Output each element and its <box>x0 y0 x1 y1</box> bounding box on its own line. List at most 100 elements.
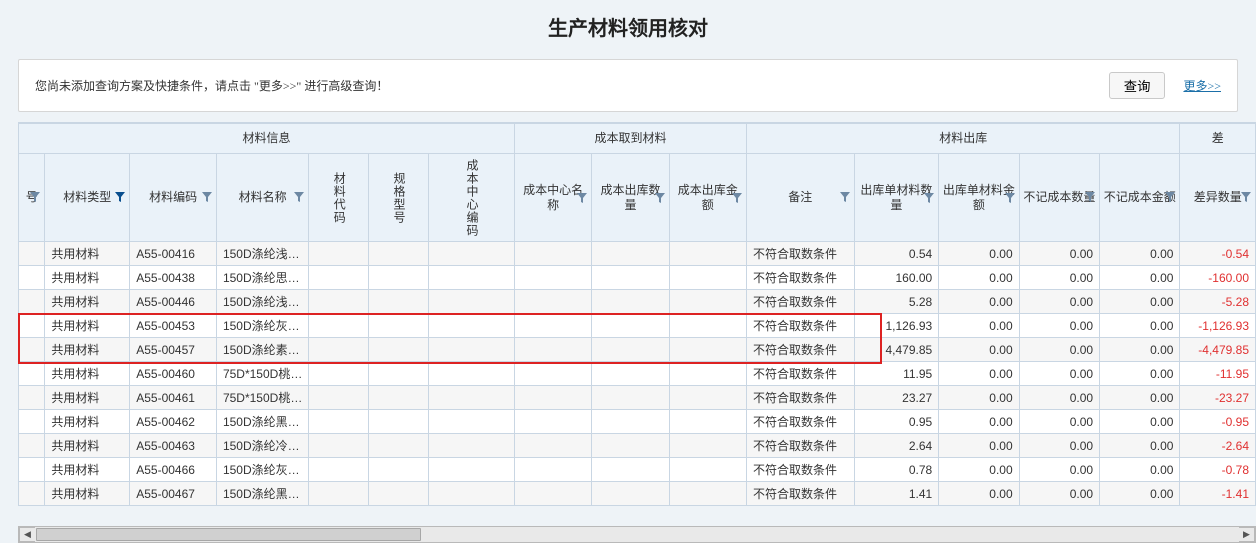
table-cell: 150D涤纶黑… <box>216 482 308 506</box>
table-cell <box>369 410 429 434</box>
table-cell: 150D涤纶思… <box>216 266 308 290</box>
funnel-icon[interactable] <box>1241 192 1251 202</box>
col-cost-out-amt[interactable]: 成本出库金额 <box>669 154 746 242</box>
table-cell: 23.27 <box>854 386 939 410</box>
table-cell: A55-00446 <box>130 290 217 314</box>
funnel-icon[interactable] <box>294 192 304 202</box>
col-remark[interactable]: 备注 <box>746 154 854 242</box>
table-row[interactable]: 共用材料A55-00457150D涤纶素…不符合取数条件4,479.850.00… <box>19 338 1256 362</box>
table-cell <box>669 314 746 338</box>
scrollbar-track[interactable] <box>36 527 1238 542</box>
table-cell: 共用材料 <box>45 410 130 434</box>
table-cell: 不符合取数条件 <box>746 290 854 314</box>
table-row[interactable]: 共用材料A55-00463150D涤纶冷…不符合取数条件2.640.000.00… <box>19 434 1256 458</box>
table-scroll-area[interactable]: 材料信息 成本取到材料 材料出库 差 号 材料类型 材料编码 材料名称 材料代码… <box>18 122 1256 526</box>
col-out-bill-amt[interactable]: 出库单材料金额 <box>939 154 1019 242</box>
table-cell <box>669 338 746 362</box>
scroll-right-arrow-icon[interactable]: ▶ <box>1239 527 1255 542</box>
table-cell <box>428 386 514 410</box>
table-cell <box>309 482 369 506</box>
funnel-icon[interactable] <box>840 192 850 202</box>
table-cell <box>428 266 514 290</box>
col-mat-type[interactable]: 材料类型 <box>45 154 130 242</box>
group-header-material-info: 材料信息 <box>19 124 515 154</box>
col-cost-center-name[interactable]: 成本中心名称 <box>514 154 591 242</box>
table-cell <box>592 266 669 290</box>
table-cell <box>309 410 369 434</box>
table-cell: A55-00460 <box>130 362 217 386</box>
table-cell: -160.00 <box>1180 266 1256 290</box>
table-cell <box>592 386 669 410</box>
horizontal-scrollbar[interactable]: ◀ ▶ <box>18 526 1256 543</box>
funnel-icon[interactable] <box>115 192 125 202</box>
table-cell: 0.00 <box>939 338 1019 362</box>
col-cost-center-code[interactable]: 成本中心编码 <box>428 154 514 242</box>
table-row[interactable]: 共用材料A55-0046075D*150D桃…不符合取数条件11.950.000… <box>19 362 1256 386</box>
table-cell <box>428 434 514 458</box>
col-cost-out-qty[interactable]: 成本出库数量 <box>592 154 669 242</box>
table-cell <box>669 362 746 386</box>
col-out-bill-qty[interactable]: 出库单材料数量 <box>854 154 939 242</box>
scrollbar-thumb[interactable] <box>36 528 421 541</box>
table-cell: 0.95 <box>854 410 939 434</box>
table-cell <box>592 314 669 338</box>
scroll-left-arrow-icon[interactable]: ◀ <box>19 527 35 542</box>
table-row[interactable]: 共用材料A55-00438150D涤纶思…不符合取数条件160.000.000.… <box>19 266 1256 290</box>
col-mat-subcode[interactable]: 材料代码 <box>309 154 369 242</box>
funnel-icon[interactable] <box>1165 192 1175 202</box>
table-cell: A55-00463 <box>130 434 217 458</box>
table-cell <box>428 338 514 362</box>
table-row[interactable]: 共用材料A55-00416150D涤纶浅…不符合取数条件0.540.000.00… <box>19 242 1256 266</box>
query-button[interactable]: 查询 <box>1109 72 1166 99</box>
table-cell <box>592 410 669 434</box>
funnel-icon[interactable] <box>732 193 742 203</box>
table-row[interactable]: 共用材料A55-00466150D涤纶灰…不符合取数条件0.780.000.00… <box>19 458 1256 482</box>
table-cell <box>369 458 429 482</box>
table-cell: 0.00 <box>939 386 1019 410</box>
col-nocost-qty[interactable]: 不记成本数量 <box>1019 154 1099 242</box>
table-row[interactable]: 共用材料A55-00467150D涤纶黑…不符合取数条件1.410.000.00… <box>19 482 1256 506</box>
table-cell: 0.00 <box>1019 338 1099 362</box>
table-cell <box>514 410 591 434</box>
table-cell: 共用材料 <box>45 338 130 362</box>
col-seq[interactable]: 号 <box>19 154 45 242</box>
table-row[interactable]: 共用材料A55-0046175D*150D桃…不符合取数条件23.270.000… <box>19 386 1256 410</box>
table-cell: 150D涤纶黑… <box>216 410 308 434</box>
more-link[interactable]: 更多>> <box>1183 77 1221 94</box>
table-row[interactable]: 共用材料A55-00453150D涤纶灰…不符合取数条件1,126.930.00… <box>19 314 1256 338</box>
table-row[interactable]: 共用材料A55-00446150D涤纶浅…不符合取数条件5.280.000.00… <box>19 290 1256 314</box>
table-cell: 0.00 <box>1019 410 1099 434</box>
funnel-icon[interactable] <box>924 193 934 203</box>
table-cell: 0.00 <box>1019 482 1099 506</box>
table-cell <box>309 458 369 482</box>
col-diff-qty[interactable]: 差异数量 <box>1180 154 1256 242</box>
table-cell: 不符合取数条件 <box>746 410 854 434</box>
table-cell <box>309 338 369 362</box>
table-cell: 共用材料 <box>45 362 130 386</box>
funnel-icon[interactable] <box>30 192 40 202</box>
table-cell <box>428 290 514 314</box>
col-mat-code[interactable]: 材料编码 <box>130 154 217 242</box>
table-cell: 150D涤纶浅… <box>216 242 308 266</box>
table-cell: 150D涤纶冷… <box>216 434 308 458</box>
funnel-icon[interactable] <box>202 192 212 202</box>
table-cell <box>309 266 369 290</box>
col-nocost-amt[interactable]: 不记成本金额 <box>1100 154 1180 242</box>
funnel-icon[interactable] <box>577 193 587 203</box>
table-cell <box>669 482 746 506</box>
funnel-icon[interactable] <box>655 193 665 203</box>
col-mat-name[interactable]: 材料名称 <box>216 154 308 242</box>
col-spec[interactable]: 规格型号 <box>369 154 429 242</box>
funnel-icon[interactable] <box>1085 192 1095 202</box>
table-cell <box>369 338 429 362</box>
table-cell <box>592 290 669 314</box>
table-cell <box>592 242 669 266</box>
table-cell: 0.00 <box>1100 362 1180 386</box>
table-row[interactable]: 共用材料A55-00462150D涤纶黑…不符合取数条件0.950.000.00… <box>19 410 1256 434</box>
table-cell: 150D涤纶素… <box>216 338 308 362</box>
table-cell: -5.28 <box>1180 290 1256 314</box>
table-cell: -0.54 <box>1180 242 1256 266</box>
table-cell: 0.00 <box>1100 482 1180 506</box>
funnel-icon[interactable] <box>1005 193 1015 203</box>
table-cell <box>19 482 45 506</box>
